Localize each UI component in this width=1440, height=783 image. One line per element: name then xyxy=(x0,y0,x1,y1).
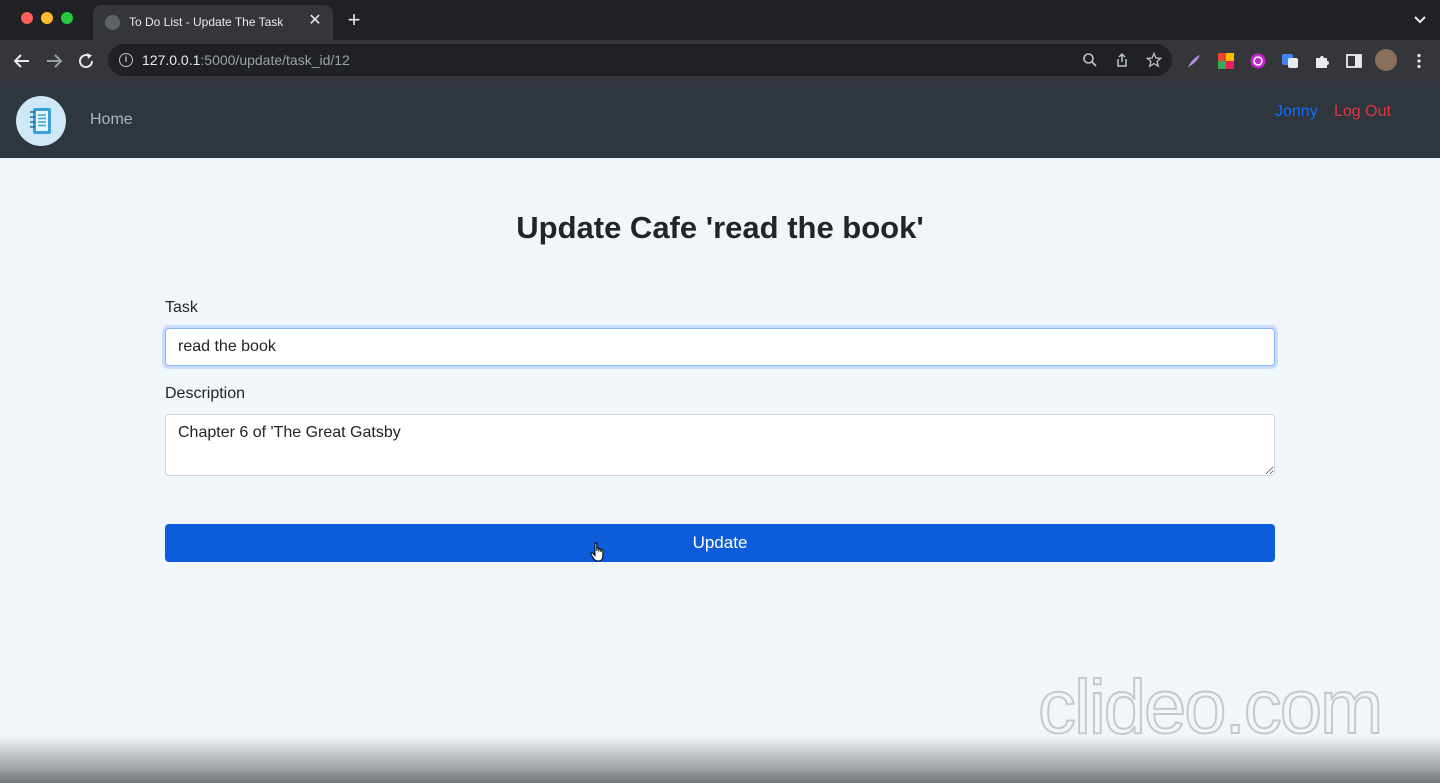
browser-toolbar: i 127.0.0.1:5000/update/task_id/12 xyxy=(0,40,1440,82)
reload-icon[interactable] xyxy=(75,50,97,72)
feather-extension-icon[interactable] xyxy=(1185,52,1203,70)
address-bar[interactable]: i 127.0.0.1:5000/update/task_id/12 xyxy=(108,44,1172,76)
bookmark-star-icon[interactable] xyxy=(1145,51,1163,68)
task-input[interactable] xyxy=(165,328,1275,366)
browser-tab-strip: To Do List - Update The Task ✕ + xyxy=(0,0,1440,40)
nav-link-logout[interactable]: Log Out xyxy=(1334,103,1391,121)
update-button[interactable]: Update xyxy=(165,524,1275,562)
minimize-window-button[interactable] xyxy=(41,12,53,24)
translate-extension-icon[interactable] xyxy=(1281,52,1299,70)
hand-cursor-icon xyxy=(590,542,606,562)
new-tab-button[interactable]: + xyxy=(343,9,365,31)
profile-avatar[interactable] xyxy=(1375,49,1397,71)
globe-extension-icon[interactable] xyxy=(1249,52,1267,70)
info-icon[interactable]: i xyxy=(119,53,133,67)
page-title: Update Cafe 'read the book' xyxy=(516,210,924,245)
task-label: Task xyxy=(165,299,198,316)
maximize-window-button[interactable] xyxy=(61,12,73,24)
notebook-icon xyxy=(30,108,51,134)
more-menu-icon[interactable] xyxy=(1410,52,1428,70)
close-window-button[interactable] xyxy=(21,12,33,24)
zoom-search-icon[interactable] xyxy=(1082,52,1098,68)
bottom-shadow xyxy=(0,735,1440,783)
browser-tab-active[interactable]: To Do List - Update The Task ✕ xyxy=(93,5,333,40)
description-textarea[interactable]: Chapter 6 of 'The Great Gatsby xyxy=(165,414,1275,476)
nav-link-home[interactable]: Home xyxy=(90,111,133,129)
url-text: 127.0.0.1:5000/update/task_id/12 xyxy=(142,52,350,68)
back-arrow-icon[interactable] xyxy=(11,50,33,72)
forward-arrow-icon[interactable] xyxy=(43,50,65,72)
close-tab-icon[interactable]: ✕ xyxy=(305,11,325,31)
app-navbar: Home Jonny Log Out xyxy=(0,82,1440,158)
nav-link-user[interactable]: Jonny xyxy=(1275,103,1318,121)
share-icon[interactable] xyxy=(1114,52,1130,68)
chevron-down-icon[interactable] xyxy=(1412,12,1428,28)
side-panel-icon[interactable] xyxy=(1345,52,1363,70)
puzzle-extensions-icon[interactable] xyxy=(1313,52,1331,70)
globe-icon xyxy=(105,15,120,30)
app-logo[interactable] xyxy=(16,96,66,146)
tab-title: To Do List - Update The Task xyxy=(129,15,284,29)
description-label: Description xyxy=(165,385,246,402)
colorful-extension-icon[interactable] xyxy=(1217,52,1235,70)
